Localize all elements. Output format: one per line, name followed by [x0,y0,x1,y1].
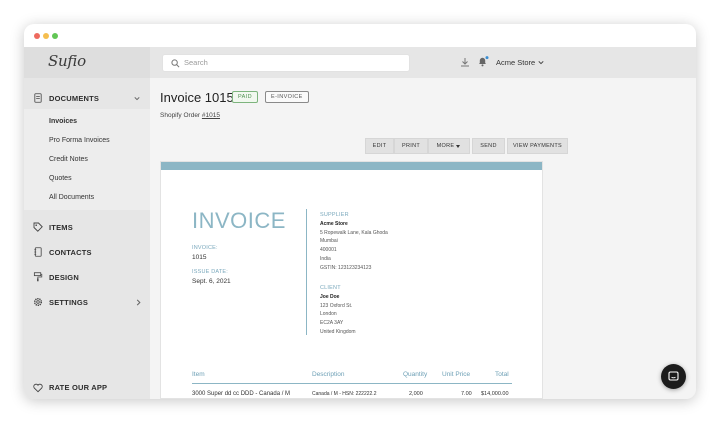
sidebar-item-design[interactable]: DESIGN [49,273,79,282]
app-window: Sufio Search Acme Store DOCUMENTS Invoic… [24,24,696,399]
gear-icon [33,297,43,307]
chevron-down-icon[interactable] [538,60,544,65]
row-description: Canada / M - HSN: 222222.2 [312,391,377,397]
page-title: Invoice 1015 [160,90,234,105]
search-input[interactable]: Search [162,54,410,72]
chat-icon [668,371,679,381]
column-header-total: Total [495,371,509,378]
sidebar-item-pro-forma-invoices[interactable]: Pro Forma Invoices [49,137,110,144]
row-total: $14,000.00 [481,391,509,397]
address-book-icon [34,247,42,257]
e-invoice-badge: E-INVOICE [265,91,309,103]
client-postcode: EC2A 3AY [320,320,344,327]
invoice-number: 1015 [192,254,207,261]
invoice-preview: INVOICE INVOICE: 1015 ISSUE DATE: Sept. … [160,161,543,399]
sidebar-item-invoices[interactable]: Invoices [49,118,77,125]
invoice-number-label: INVOICE: [192,245,218,251]
sidebar-item-quotes[interactable]: Quotes [49,175,72,182]
store-name[interactable]: Acme Store [496,58,535,67]
document-icon [34,93,42,103]
search-placeholder: Search [184,58,208,67]
print-button[interactable]: PRINT [394,138,428,154]
client-street: 123 Oxford St. [320,302,353,309]
more-button[interactable]: MORE [428,138,470,154]
sidebar-item-items[interactable]: ITEMS [49,223,73,232]
close-window-button[interactable] [34,33,40,39]
sidebar-item-documents[interactable]: DOCUMENTS [49,94,99,103]
row-unit-price: 7.00 [461,391,472,397]
more-button-label: MORE [436,143,455,149]
supplier-street: 5 Ropewalk Lane, Kala Ghoda [320,229,388,236]
client-country: United Kingdom [320,328,356,335]
brand-area: Sufio [24,47,150,78]
invoice-accent-stripe [161,162,542,170]
zoom-window-button[interactable] [52,33,58,39]
supplier-label: SUPPLIER [320,212,349,218]
supplier-country: India [320,255,331,262]
tag-icon [33,222,43,232]
client-city: London [320,311,337,318]
table-header-divider [192,383,512,384]
chat-button[interactable] [661,364,686,389]
supplier-city: Mumbai [320,238,338,245]
supplier-gstin: GSTIN: 123123234123 [320,264,372,271]
sufio-logo[interactable]: Sufio [48,52,86,70]
client-label: CLIENT [320,285,341,291]
sidebar-item-credit-notes[interactable]: Credit Notes [49,156,88,163]
sidebar-item-rate-our-app[interactable]: RATE OUR APP [49,383,107,392]
bell-icon[interactable] [477,56,489,67]
top-bar: Sufio Search Acme Store [24,47,696,78]
row-item: 3000 Super dd cc DDD - Canada / M [192,391,291,397]
sidebar-item-all-documents[interactable]: All Documents [49,194,94,201]
send-button[interactable]: SEND [472,138,505,154]
sidebar: DOCUMENTS Invoices Pro Forma Invoices Cr… [24,78,150,399]
order-link[interactable]: #1015 [202,112,220,119]
download-icon[interactable] [460,57,470,67]
address-divider [306,209,307,335]
caret-down-icon [456,145,460,148]
edit-button[interactable]: EDIT [365,138,394,154]
documents-submenu: Invoices Pro Forma Invoices Credit Notes… [24,109,150,210]
sidebar-item-settings[interactable]: SETTINGS [49,298,88,307]
sidebar-item-contacts[interactable]: CONTACTS [49,248,92,257]
chevron-up-icon[interactable] [134,96,140,101]
client-name: Joe Doe [320,294,340,300]
view-payments-button[interactable]: VIEW PAYMENTS [507,138,568,154]
supplier-postcode: 400001 [320,247,337,254]
column-header-item: Item [192,371,205,378]
invoice-heading: INVOICE [192,208,286,233]
heart-icon [33,383,43,393]
client-address: Joe Doe 123 Oxford St. London EC2A 3AY U… [320,293,356,337]
row-quantity: 2,000 [409,391,423,397]
issue-date-label: ISSUE DATE: [192,269,229,275]
order-reference: Shopify Order #1015 [160,112,220,119]
title-bar [24,24,696,47]
search-icon [171,59,180,68]
supplier-address: Acme Store 5 Ropewalk Lane, Kala Ghoda M… [320,220,388,272]
minimize-window-button[interactable] [43,33,49,39]
supplier-name: Acme Store [320,221,348,227]
chevron-right-icon[interactable] [136,299,141,306]
issue-date: Sept. 6, 2021 [192,278,231,285]
paid-badge: PAID [232,91,259,103]
column-header-unit-price: Unit Price [442,371,471,378]
column-header-quantity: Quantity [403,371,428,378]
main-content: Invoice 1015 PAID E-INVOICE Shopify Orde… [150,78,696,399]
paint-roller-icon [33,272,43,282]
order-prefix: Shopify Order [160,112,201,119]
column-header-description: Description [312,371,345,378]
